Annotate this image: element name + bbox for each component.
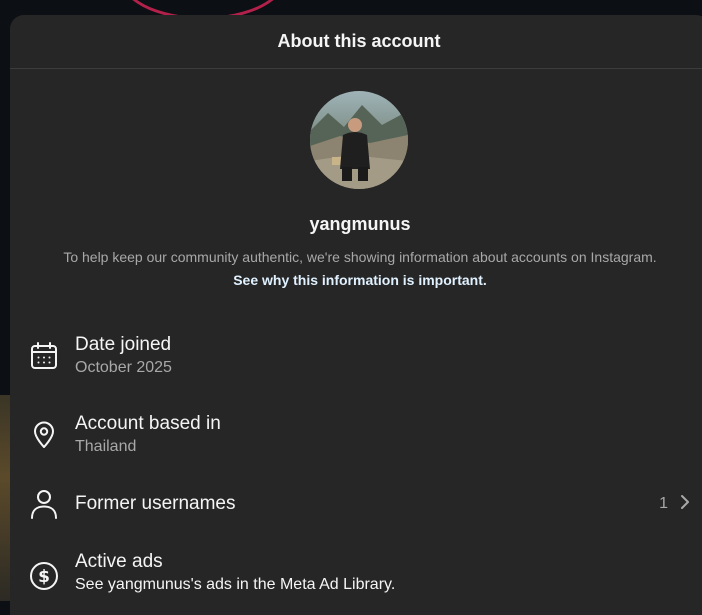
about-account-dialog: About this account yangmunus To help kee… bbox=[10, 15, 702, 615]
former-usernames-row[interactable]: Former usernames 1 bbox=[10, 475, 702, 535]
account-based-in-text: Account based in Thailand bbox=[75, 412, 221, 458]
account-based-in-row: Account based in Thailand bbox=[10, 410, 702, 470]
former-usernames-meta: 1 bbox=[659, 475, 690, 533]
former-usernames-count: 1 bbox=[659, 495, 668, 512]
former-usernames-text: Former usernames bbox=[75, 492, 236, 516]
date-joined-value: October 2025 bbox=[75, 359, 172, 376]
active-ads-label: Active ads bbox=[75, 551, 163, 572]
svg-text:$: $ bbox=[38, 567, 50, 587]
dialog-title: About this account bbox=[277, 31, 441, 51]
intro-text-block: To help keep our community authentic, we… bbox=[50, 246, 670, 292]
profile-username: yangmunus bbox=[309, 214, 411, 234]
account-based-in-value: Thailand bbox=[75, 438, 137, 455]
calendar-icon bbox=[28, 340, 60, 372]
chevron-right-icon[interactable] bbox=[680, 494, 690, 515]
avatar bbox=[310, 91, 408, 189]
former-usernames-label: Former usernames bbox=[75, 493, 236, 514]
active-ads-text: Active ads See yangmunus's ads in the Me… bbox=[75, 550, 395, 596]
account-based-in-label: Account based in bbox=[75, 413, 221, 434]
date-joined-row: Date joined October 2025 bbox=[10, 331, 702, 391]
ad-library-link[interactable]: See yangmunus's ads in the Meta Ad Libra… bbox=[75, 574, 395, 596]
dialog-header: About this account bbox=[10, 15, 702, 69]
person-icon bbox=[28, 488, 60, 520]
why-important-link[interactable]: See why this information is important. bbox=[233, 272, 487, 288]
location-pin-icon bbox=[28, 419, 60, 451]
date-joined-text: Date joined October 2025 bbox=[75, 333, 172, 379]
date-joined-label: Date joined bbox=[75, 334, 172, 355]
profile-photo-icon bbox=[310, 91, 408, 189]
dollar-circle-icon: $ bbox=[28, 560, 60, 592]
active-ads-row[interactable]: $ Active ads See yangmunus's ads in the … bbox=[10, 548, 702, 608]
intro-text: To help keep our community authentic, we… bbox=[63, 249, 657, 265]
